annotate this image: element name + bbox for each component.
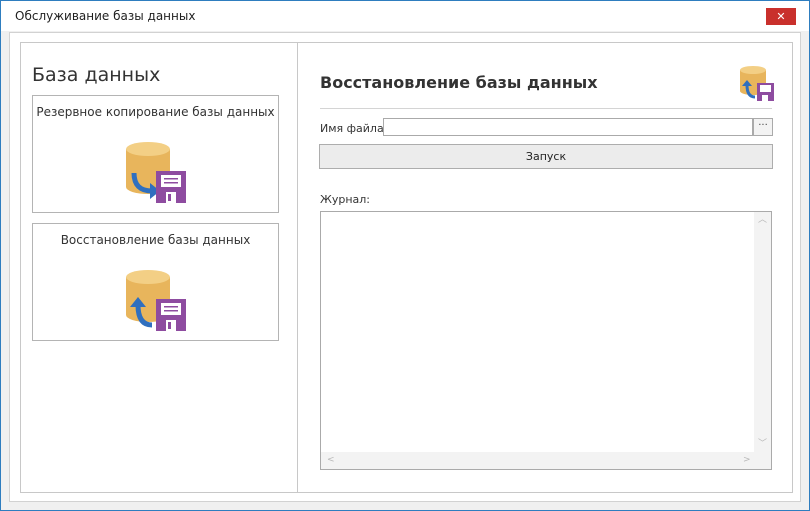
window-title: Обслуживание базы данных: [15, 9, 196, 23]
file-name-label: Имя файла:: [320, 122, 388, 135]
database-backup-icon: [126, 142, 186, 203]
database-panel-title: База данных: [32, 64, 161, 86]
scrollbar-corner: [754, 452, 771, 469]
browse-button[interactable]: ···: [753, 118, 773, 136]
ellipsis-icon: ···: [758, 120, 768, 131]
scroll-up-icon[interactable]: ︿: [758, 216, 767, 225]
app-window: Обслуживание базы данных ✕ База данных Р…: [0, 0, 810, 511]
client-area: База данных Резервное копирование базы д…: [9, 32, 801, 502]
scroll-right-icon[interactable]: >: [743, 456, 751, 465]
backup-tile-label: Резервное копирование базы данных: [36, 105, 275, 119]
log-label: Журнал:: [320, 193, 371, 206]
restore-tile-label: Восстановление базы данных: [60, 233, 251, 247]
close-icon: ✕: [776, 10, 786, 23]
restore-panel-title: Восстановление базы данных: [320, 73, 598, 92]
backup-tile[interactable]: Резервное копирование базы данных: [32, 95, 279, 213]
restore-panel: Восстановление базы данных Имя файла: ··…: [297, 42, 793, 493]
database-restore-icon: [126, 270, 186, 331]
scroll-down-icon[interactable]: ﹀: [758, 440, 767, 449]
run-button[interactable]: Запуск: [319, 144, 773, 169]
log-textarea[interactable]: ︿ ﹀ < >: [320, 211, 772, 470]
database-restore-icon: [740, 66, 774, 101]
vertical-scrollbar[interactable]: ︿ ﹀: [754, 212, 771, 453]
scroll-left-icon[interactable]: <: [327, 456, 335, 465]
close-button[interactable]: ✕: [766, 8, 796, 25]
restore-tile[interactable]: Восстановление базы данных: [32, 223, 279, 341]
file-name-input[interactable]: [383, 118, 753, 136]
database-panel: База данных Резервное копирование базы д…: [20, 42, 298, 493]
title-bar: Обслуживание базы данных ✕: [1, 1, 809, 31]
title-separator: [320, 108, 772, 109]
horizontal-scrollbar[interactable]: < >: [321, 452, 756, 469]
